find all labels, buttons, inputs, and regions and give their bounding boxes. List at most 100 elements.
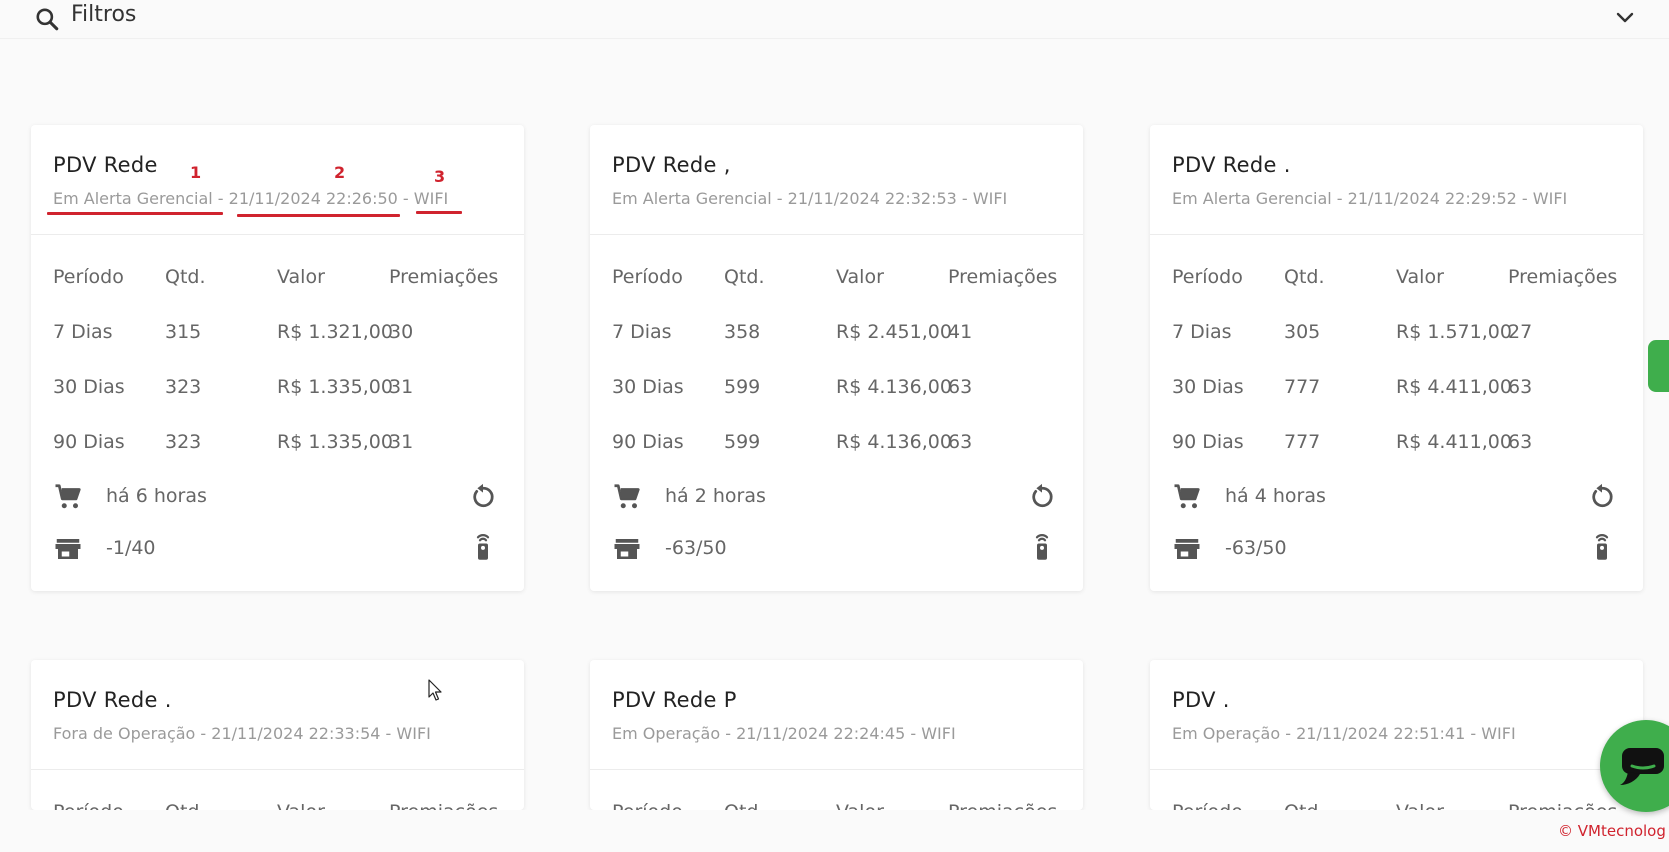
- status-datetime: 21/11/2024 22:51:41: [1296, 724, 1466, 743]
- cell-qtd: 323: [165, 431, 202, 453]
- pdv-card[interactable]: PDV Rede . Fora de Operação - 21/11/2024…: [31, 660, 524, 810]
- pdv-card[interactable]: PDV . Em Operação - 21/11/2024 22:51:41 …: [1150, 660, 1643, 810]
- cell-periodo: 7 Dias: [53, 321, 113, 343]
- status-text: Em Alerta Gerencial: [53, 189, 213, 208]
- cell-qtd: 305: [1284, 321, 1321, 343]
- cell-valor: R$ 4.136,00: [836, 376, 952, 398]
- cell-periodo: 90 Dias: [1172, 431, 1244, 453]
- last-sale-time: há 2 horas: [665, 485, 766, 507]
- cell-valor: R$ 4.411,00: [1396, 431, 1512, 453]
- card-title: PDV .: [1172, 688, 1230, 712]
- status-text: Em Operação: [1172, 724, 1281, 743]
- side-tab[interactable]: [1648, 340, 1669, 392]
- pdv-card[interactable]: PDV Rede . Em Alerta Gerencial - 21/11/2…: [1150, 125, 1643, 591]
- filters-bar[interactable]: Filtros: [0, 0, 1669, 39]
- cell-periodo: 90 Dias: [612, 431, 684, 453]
- cell-periodo: 7 Dias: [612, 321, 672, 343]
- status-text: Fora de Operação: [53, 724, 196, 743]
- col-header-valor: Valor: [836, 801, 884, 810]
- card-header: PDV Rede , Em Alerta Gerencial - 21/11/2…: [590, 125, 1083, 235]
- connection-type: WIFI: [921, 724, 956, 743]
- connection-type: WIFI: [1481, 724, 1516, 743]
- connection-type: WIFI: [413, 189, 449, 208]
- cell-premiacoes: 30: [389, 321, 414, 343]
- pdv-card[interactable]: PDV Rede Em Alerta Gerencial - 21/11/202…: [31, 125, 524, 591]
- cell-valor: R$ 4.136,00: [836, 431, 952, 453]
- cell-valor: R$ 1.571,00: [1396, 321, 1512, 343]
- status-datetime: 21/11/2024 22:29:52: [1347, 189, 1517, 208]
- cell-valor: R$ 1.335,00: [277, 376, 393, 398]
- status-text: Em Alerta Gerencial: [612, 189, 772, 208]
- col-header-premiacoes: Premiações: [389, 801, 498, 810]
- remote-control-icon[interactable]: [1587, 531, 1617, 561]
- remote-control-icon[interactable]: [468, 531, 498, 561]
- card-header: PDV Rede Em Alerta Gerencial - 21/11/202…: [31, 125, 524, 235]
- card-status-line: Em Alerta Gerencial - 21/11/2024 22:32:5…: [612, 189, 1008, 208]
- cell-periodo: 90 Dias: [53, 431, 125, 453]
- refresh-icon[interactable]: [1587, 482, 1617, 512]
- col-header-periodo: Período: [53, 801, 124, 810]
- col-header-valor: Valor: [277, 266, 325, 288]
- refresh-icon[interactable]: [1027, 482, 1057, 512]
- status-datetime: 21/11/2024 22:32:53: [787, 189, 957, 208]
- card-header: PDV Rede . Em Alerta Gerencial - 21/11/2…: [1150, 125, 1643, 235]
- connection-type: WIFI: [396, 724, 431, 743]
- cart-icon: [55, 484, 81, 509]
- col-header-valor: Valor: [1396, 266, 1444, 288]
- col-header-valor: Valor: [836, 266, 884, 288]
- chevron-down-icon[interactable]: [1612, 6, 1638, 30]
- last-sale-time: há 4 horas: [1225, 485, 1326, 507]
- search-icon: [36, 8, 59, 31]
- cell-periodo: 7 Dias: [1172, 321, 1232, 343]
- pdv-card[interactable]: PDV Rede P Em Operação - 21/11/2024 22:2…: [590, 660, 1083, 810]
- col-header-premiacoes: Premiações: [1508, 801, 1617, 810]
- annotation-number-3: 3: [434, 167, 446, 186]
- cell-periodo: 30 Dias: [612, 376, 684, 398]
- col-header-premiacoes: Premiações: [948, 266, 1058, 288]
- mouse-cursor-icon: [428, 679, 442, 701]
- last-sale-time: há 6 horas: [106, 485, 207, 507]
- card-title: PDV Rede: [53, 153, 158, 177]
- status-text: Em Alerta Gerencial: [1172, 189, 1332, 208]
- col-header-qtd: Qtd.: [165, 266, 206, 288]
- card-status-line: Fora de Operação - 21/11/2024 22:33:54 -…: [53, 724, 431, 743]
- annotation-number-1: 1: [190, 163, 202, 182]
- cell-periodo: 30 Dias: [1172, 376, 1244, 398]
- cell-qtd: 777: [1284, 376, 1321, 398]
- card-status-line: Em Operação - 21/11/2024 22:24:45 - WIFI: [612, 724, 956, 743]
- col-header-qtd: Qtd.: [724, 801, 765, 810]
- annotation-underline-2: [237, 214, 400, 217]
- store-icon: [614, 539, 640, 559]
- status-datetime: 21/11/2024 22:24:45: [736, 724, 906, 743]
- chat-icon: [1620, 748, 1664, 785]
- card-status-line: Em Operação - 21/11/2024 22:51:41 - WIFI: [1172, 724, 1516, 743]
- store-icon: [1174, 539, 1200, 559]
- col-header-periodo: Período: [612, 266, 683, 288]
- remote-control-icon[interactable]: [1027, 531, 1057, 561]
- status-datetime: 21/11/2024 22:26:50: [228, 189, 398, 208]
- cell-qtd: 599: [724, 376, 761, 398]
- connection-type: WIFI: [972, 189, 1008, 208]
- cell-valor: R$ 4.411,00: [1396, 376, 1512, 398]
- col-header-premiacoes: Premiações: [948, 801, 1057, 810]
- pdv-card[interactable]: PDV Rede , Em Alerta Gerencial - 21/11/2…: [590, 125, 1083, 591]
- col-header-qtd: Qtd.: [724, 266, 765, 288]
- cell-valor: R$ 2.451,00: [836, 321, 952, 343]
- store-icon: [55, 539, 81, 559]
- filters-title: Filtros: [71, 2, 137, 27]
- col-header-valor: Valor: [277, 801, 325, 810]
- refresh-icon[interactable]: [468, 482, 498, 512]
- col-header-periodo: Período: [1172, 266, 1243, 288]
- cell-periodo: 30 Dias: [53, 376, 125, 398]
- cell-premiacoes: 63: [1508, 431, 1533, 453]
- connection-type: WIFI: [1532, 189, 1568, 208]
- annotation-underline-1: [47, 212, 223, 215]
- cell-premiacoes: 27: [1508, 321, 1533, 343]
- card-title: PDV Rede P: [612, 688, 737, 712]
- cell-qtd: 777: [1284, 431, 1321, 453]
- cell-premiacoes: 31: [389, 431, 414, 453]
- status-text: Em Operação: [612, 724, 721, 743]
- col-header-qtd: Qtd.: [1284, 266, 1325, 288]
- cell-premiacoes: 41: [948, 321, 973, 343]
- col-header-periodo: Período: [1172, 801, 1243, 810]
